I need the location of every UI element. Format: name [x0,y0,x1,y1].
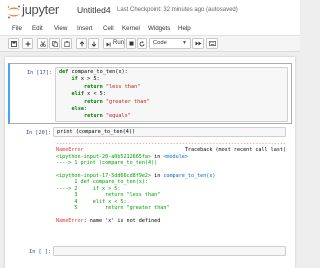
traceback-file-2: <ipython-input-17-5dd66cd8f9e2> [56,173,152,180]
code-keyword: def [59,69,69,75]
menu-file[interactable]: File [12,25,22,32]
jupyter-logo-icon [7,5,20,19]
code-line: return "less than" [59,84,140,90]
traceback-line-1: ----> 1 print (compare_to_ten(4)) [56,160,158,167]
code-text: : [84,106,88,113]
menu-bar: File Edit View Insert Cell Kernel Widget… [0,22,300,36]
traceback-in-2: in [151,173,164,180]
move-down-button[interactable] [88,38,99,49]
code-cell[interactable]: In [ ]: [8,246,292,260]
run-icon [106,42,111,46]
arrow-up-icon [79,40,84,46]
code-text: compare_to_ten(x): [68,69,128,75]
code-editor[interactable] [53,246,286,256]
code-keyword: return [84,83,103,90]
code-line: def compare_to_ten(x): [59,69,128,75]
code-line: if x > 5: [59,76,100,82]
cell-prompt: In [ ]: [29,249,51,255]
code-string: "equals" [102,113,131,120]
copy-icon [51,40,58,47]
toolbar: Run Code ▼ [0,36,300,52]
fast-forward-icon [195,41,201,45]
cell-prompt: In [20]: [26,130,51,136]
traceback-code-line: 5 return "greater than" [56,205,170,212]
cell-type-value: Code [153,40,167,46]
run-button[interactable]: Run [103,38,125,49]
traceback-header: Traceback (most recent call last) [184,147,287,154]
error-message: : name 'x' is not defined [83,217,161,224]
header: jupyter Untitled4 Last Checkpoint: 32 mi… [0,0,300,22]
code-string: "less than" [102,83,141,90]
run-label: Run [113,40,125,46]
code-string: "greater than" [102,98,150,105]
notebook-container: In [17]: def compare_to_ten(x): if x > 5… [5,57,295,268]
menu-help[interactable]: Help [178,25,191,32]
save-button[interactable] [8,38,19,49]
traceback-code-line: 3 return "less than" [56,192,161,199]
move-up-button[interactable] [76,38,87,49]
checkpoint-status: Last Checkpoint: 32 minutes ago (autosav… [117,7,238,13]
code-keyword: elif [71,91,85,98]
code-text: x > 5: [77,76,100,83]
code-editor[interactable]: def compare_to_ten(x): if x > 5: return … [55,67,288,122]
code-cell-selected[interactable]: In [17]: def compare_to_ten(x): if x > 5… [8,63,292,124]
fast-forward-button[interactable] [192,38,204,49]
code-text: x < 5: [84,91,106,98]
cut-button[interactable] [37,38,48,49]
error-separator: ----------------------------------------… [56,141,287,147]
restart-icon [139,40,145,46]
code-keyword: return [84,113,103,120]
code-cell[interactable]: In [20]: print (compare_to_ten(4)) -----… [8,127,292,235]
arrow-down-icon [91,41,96,47]
notebook-title[interactable]: Untitled4 [77,5,111,15]
paste-button[interactable] [61,38,72,49]
traceback-spacer [84,147,185,153]
plus-icon [25,41,30,46]
menu-edit[interactable]: Edit [32,25,43,32]
code-line: return "equals" [59,113,131,119]
interrupt-button[interactable] [126,38,136,49]
traceback-function: compare_to_ten(x) [163,173,216,180]
cut-icon [39,40,46,47]
traceback-code-line: 4 elif x < 5: [56,198,127,205]
add-cell-button[interactable] [22,38,33,49]
menu-view[interactable]: View [54,25,67,32]
code-keyword: else [71,106,85,113]
cell-type-select[interactable]: Code ▼ [149,38,191,49]
traceback-file-1: <ipython-input-20-a0b5212665fa> [56,153,152,160]
traceback-code-line: ----> 2 if x > 5: [56,185,121,192]
jupyter-logo-text[interactable]: jupyter [22,2,59,17]
cell-prompt: In [17]: [27,70,52,76]
code-keyword: return [84,98,103,105]
chevron-down-icon: ▼ [182,40,187,46]
menu-kernel[interactable]: Kernel [122,25,140,32]
code-editor[interactable]: print (compare_to_ten(4)) [53,127,286,137]
menu-cell[interactable]: Cell [103,25,114,32]
restart-button[interactable] [137,38,147,49]
command-palette-button[interactable] [206,38,218,49]
code-line: elif x < 5: [59,91,106,97]
keyboard-icon [208,40,216,46]
save-icon [10,40,17,47]
copy-button[interactable] [49,38,60,49]
code-line: else: [59,106,88,113]
error-type: NameError [56,147,84,154]
code-line: return "greater than" [59,99,150,105]
traceback-in-1: in [151,153,164,160]
code-text: print (compare_to_ten(4)) [57,129,136,135]
traceback-code-line: 1 def compare_to_ten(x): [56,179,149,186]
menu-insert[interactable]: Insert [77,25,92,32]
menu-widgets[interactable]: Widgets [148,25,170,32]
traceback-module: <module> [163,153,188,160]
paste-icon [64,40,70,47]
stop-icon [129,41,133,45]
error-type-final: NameError [56,217,84,224]
error-output: ----------------------------------------… [56,141,286,224]
